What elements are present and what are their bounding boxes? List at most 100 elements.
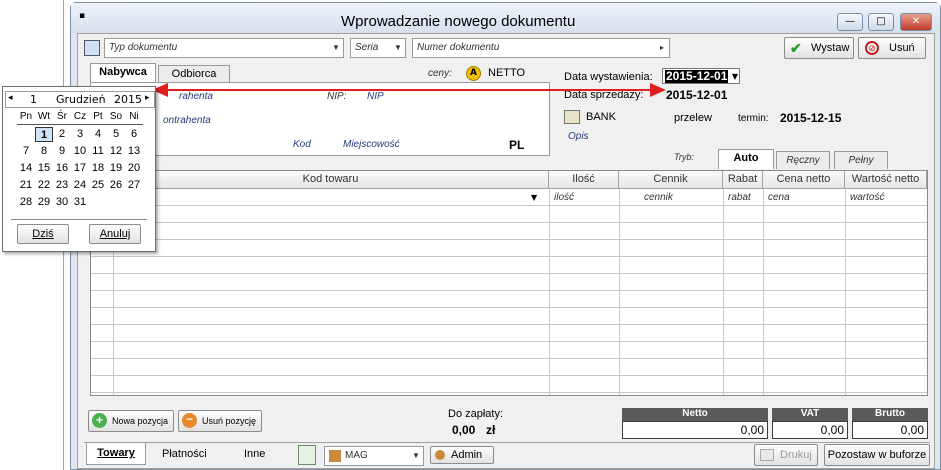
calendar-day-cell[interactable]: 6 — [125, 127, 143, 142]
col-net-value[interactable]: Wartość netto — [845, 171, 927, 189]
calendar-day-cell[interactable]: 16 — [53, 161, 71, 176]
sale-date-value[interactable]: 2015-12-01 — [666, 88, 727, 102]
tab-auto[interactable]: Auto — [718, 149, 774, 169]
calendar-day-cell[interactable]: 27 — [125, 178, 143, 193]
tab-full[interactable]: Pełny — [834, 151, 888, 169]
pricelist-cell[interactable]: cennik — [639, 190, 673, 206]
calendar-day-cell[interactable]: 31 — [71, 195, 89, 210]
chevron-left-icon[interactable]: ◂ — [8, 93, 13, 103]
tab-goods[interactable]: Towary — [86, 443, 146, 465]
calendar-day-cell[interactable]: 9 — [53, 144, 71, 159]
prices-badge-icon[interactable]: A — [466, 66, 481, 81]
calendar-day-cell[interactable]: 18 — [89, 161, 107, 176]
col-quantity[interactable]: Ilość — [549, 171, 619, 189]
tab-manual[interactable]: Ręczny — [776, 151, 830, 169]
prices-mode[interactable]: NETTO — [488, 67, 525, 79]
col-pricelist[interactable]: Cennik — [619, 171, 723, 189]
calendar-day-cell[interactable]: 12 — [107, 144, 125, 159]
calendar-day-cell[interactable]: 24 — [71, 178, 89, 193]
tab-buyer[interactable]: Nabywca — [90, 63, 156, 83]
weekday-divider — [17, 124, 143, 125]
tab-auto-label: Auto — [733, 152, 759, 164]
issue-button[interactable]: ✔ Wystaw — [784, 37, 854, 59]
calendar-day-cell[interactable]: 11 — [89, 144, 107, 159]
user-button[interactable]: Admin — [430, 446, 494, 464]
calendar-day-cell[interactable]: 29 — [35, 195, 53, 210]
warehouse-combo[interactable]: MAG ▼ — [324, 446, 424, 466]
calendar-day-cell[interactable]: 10 — [71, 144, 89, 159]
calendar-day-cell[interactable]: 25 — [89, 178, 107, 193]
calendar-day-cell[interactable]: 30 — [53, 195, 71, 210]
doc-number-field[interactable]: Numer dokumentu ▸ — [412, 38, 670, 58]
calendar-day-cell[interactable]: 3 — [71, 127, 89, 142]
calendar-day-cell[interactable]: 13 — [125, 144, 143, 159]
cancel-button[interactable]: Anuluj — [89, 224, 141, 244]
calendar-day-cell[interactable]: 28 — [17, 195, 35, 210]
calendar-month[interactable]: Grudzień — [56, 93, 106, 106]
col-net-price[interactable]: Cena netto — [763, 171, 845, 189]
today-button[interactable]: Dziś — [17, 224, 69, 244]
warehouse-icon — [329, 450, 341, 462]
calendar-day[interactable]: 1 — [30, 93, 37, 106]
new-position-button[interactable]: + Nowa pozycja — [88, 410, 174, 432]
calendar-popup: ◂ 1 Grudzień 2015 ▸ Pn Wt Śr Cz Pt So Ni… — [2, 86, 156, 252]
payment-method[interactable]: przelew — [674, 112, 712, 124]
print-button[interactable]: Drukuj — [754, 444, 818, 466]
price-cell[interactable]: cena — [763, 190, 790, 206]
chevron-down-icon[interactable]: ▼ — [732, 70, 738, 83]
delete-position-button[interactable]: − Usuń pozycję — [178, 410, 262, 432]
calendar-day-cell[interactable]: 5 — [107, 127, 125, 142]
chevron-down-icon[interactable]: ▼ — [531, 193, 537, 202]
chevron-right-icon[interactable]: ▸ — [656, 40, 668, 56]
calendar-day-cell[interactable]: 21 — [17, 178, 35, 193]
series-combo[interactable]: Seria ▼ — [350, 38, 406, 58]
calendar-year[interactable]: 2015 — [114, 93, 142, 106]
delete-button[interactable]: ⊘ Usuń — [858, 37, 926, 59]
calendar-day-cell[interactable]: 26 — [107, 178, 125, 193]
calendar-day-cell[interactable]: 17 — [71, 161, 89, 176]
calendar-day-cell[interactable]: 1 — [35, 127, 53, 142]
value-cell[interactable]: wartość — [845, 190, 884, 206]
discount-cell[interactable]: rabat — [723, 190, 751, 206]
bank-name[interactable]: BANK — [586, 111, 616, 123]
calendar-day-cell[interactable]: 23 — [53, 178, 71, 193]
country-field[interactable]: PL — [509, 138, 524, 152]
calendar-day-cell[interactable]: 15 — [35, 161, 53, 176]
arrow-head-right — [650, 83, 666, 97]
today-label: Dziś — [32, 228, 54, 240]
window-menu-icon[interactable]: ▪ — [79, 11, 89, 21]
note-field[interactable]: Opis — [568, 131, 589, 142]
calendar-day-cell[interactable]: 22 — [35, 178, 53, 193]
doc-type-combo[interactable]: Typ dokumentu ▼ — [104, 38, 344, 58]
tab-payments[interactable]: Płatności — [162, 448, 207, 460]
postal-code-field[interactable]: Kod — [293, 139, 311, 150]
quantity-cell[interactable]: ilość — [549, 190, 574, 206]
window-title: Wprowadzanie nowego dokumentu — [341, 13, 576, 30]
col-discount[interactable]: Rabat — [723, 171, 763, 189]
tab-other[interactable]: Inne — [244, 448, 265, 460]
chevron-down-icon[interactable]: ▼ — [330, 40, 342, 56]
calendar-day-cell[interactable]: 19 — [107, 161, 125, 176]
buyer-address-field[interactable]: ontrahenta — [163, 115, 211, 126]
calendar-day-cell[interactable]: 7 — [17, 144, 35, 159]
items-grid[interactable]: Kod towaru Ilość Cennik Rabat Cena netto… — [90, 170, 928, 396]
col-product-code[interactable]: Kod towaru — [113, 171, 549, 189]
save-buffer-button[interactable]: Pozostaw w buforze — [824, 444, 930, 466]
calendar-day-cell[interactable]: 14 — [17, 161, 35, 176]
col-divider — [845, 189, 846, 395]
maximize-button[interactable]: □ — [868, 13, 894, 31]
chevron-right-icon[interactable]: ▸ — [145, 93, 150, 103]
calendar-day-cell[interactable]: 20 — [125, 161, 143, 176]
issue-date-field[interactable]: 2015-12-01 ▼ — [662, 68, 740, 84]
city-field[interactable]: Miejscowość — [343, 139, 400, 150]
chevron-down-icon[interactable]: ▼ — [392, 40, 404, 56]
row-divider — [91, 256, 927, 257]
calendar-day-cell[interactable]: 4 — [89, 127, 107, 142]
notes-icon[interactable] — [298, 445, 316, 465]
due-date-value[interactable]: 2015-12-15 — [780, 111, 841, 125]
calendar-day-cell[interactable]: 2 — [53, 127, 71, 142]
minimize-button[interactable]: — — [837, 13, 863, 31]
close-button[interactable]: ✕ — [900, 13, 932, 31]
calendar-day-cell[interactable]: 8 — [35, 144, 53, 159]
chevron-down-icon[interactable]: ▼ — [410, 448, 422, 464]
